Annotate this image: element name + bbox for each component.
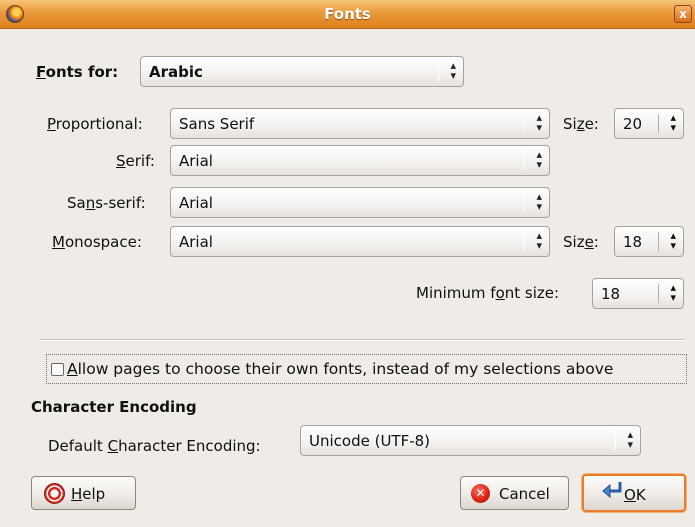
monospace-size-label: Size: (563, 233, 599, 251)
allow-pages-fonts-label[interactable]: Allow pages to choose their own fonts, i… (67, 360, 613, 378)
fonts-for-select[interactable]: Arabic ▴ ▾ (140, 56, 464, 87)
allow-pages-fonts-checkbox-row[interactable]: Allow pages to choose their own fonts, i… (46, 354, 687, 384)
minimum-font-size-label: Minimum font size: (416, 284, 560, 302)
up-down-arrows-icon: ▴ ▾ (536, 190, 542, 213)
serif-select[interactable]: Arial ▴ ▾ (170, 145, 550, 176)
title-bar: Fonts x (0, 0, 695, 29)
monospace-label: Monospace: (52, 233, 142, 251)
window-title: Fonts (324, 5, 371, 23)
fonts-for-label: Fonts for: (36, 63, 119, 81)
up-down-arrows-icon: ▴ ▾ (536, 229, 542, 252)
cancel-x-icon: ✕ (471, 484, 490, 503)
monospace-select[interactable]: Arial ▴ ▾ (170, 226, 550, 257)
proportional-size-label: Size: (563, 115, 599, 133)
close-button[interactable]: x (674, 5, 692, 23)
up-down-arrows-icon: ▴ ▾ (670, 229, 676, 252)
monospace-value: Arial (179, 233, 213, 251)
proportional-label: Proportional: (47, 115, 143, 133)
cancel-button-label: Cancel (499, 485, 550, 503)
allow-pages-fonts-checkbox[interactable] (51, 363, 64, 376)
up-down-arrows-icon: ▴ ▾ (627, 428, 633, 451)
sans-serif-label: Sans-serif: (67, 194, 146, 212)
help-button[interactable]: Help (31, 476, 136, 510)
default-encoding-value: Unicode (UTF-8) (309, 432, 431, 450)
monospace-size-value: 18 (623, 233, 643, 251)
proportional-value: Sans Serif (179, 115, 255, 133)
cancel-button[interactable]: ✕ Cancel (460, 476, 569, 510)
lifebuoy-icon (44, 483, 65, 504)
up-down-arrows-icon: ▴ ▾ (670, 281, 676, 304)
sans-serif-select[interactable]: Arial ▴ ▾ (170, 187, 550, 218)
ok-arrow-icon (602, 482, 622, 499)
ok-button[interactable]: OK (582, 474, 686, 512)
fonts-dialog: Fonts x Fonts for: Arabic ▴ ▾ Proportiona… (0, 0, 695, 527)
up-down-arrows-icon: ▴ ▾ (536, 111, 542, 134)
serif-value: Arial (179, 152, 213, 170)
close-icon: x (679, 7, 687, 21)
up-down-arrows-icon: ▴ ▾ (536, 148, 542, 171)
separator (40, 339, 685, 341)
help-button-label: Help (71, 485, 106, 503)
fonts-for-value: Arabic (149, 63, 203, 81)
up-down-arrows-icon: ▴ ▾ (670, 111, 676, 134)
minimum-font-size-select[interactable]: 18 ▴ ▾ (592, 278, 684, 309)
serif-label: Serif: (116, 152, 155, 170)
default-encoding-select[interactable]: Unicode (UTF-8) ▴ ▾ (300, 425, 641, 456)
proportional-size-value: 20 (623, 115, 643, 133)
character-encoding-heading: Character Encoding (31, 398, 197, 416)
sans-serif-value: Arial (179, 194, 213, 212)
proportional-size-select[interactable]: 20 ▴ ▾ (614, 108, 684, 139)
monospace-size-select[interactable]: 18 ▴ ▾ (614, 226, 684, 257)
up-down-arrows-icon: ▴ ▾ (450, 59, 456, 82)
default-encoding-label: Default Character Encoding: (48, 437, 261, 455)
minimum-font-size-value: 18 (601, 285, 621, 303)
proportional-select[interactable]: Sans Serif ▴ ▾ (170, 108, 550, 139)
ok-button-label: OK (624, 486, 646, 504)
